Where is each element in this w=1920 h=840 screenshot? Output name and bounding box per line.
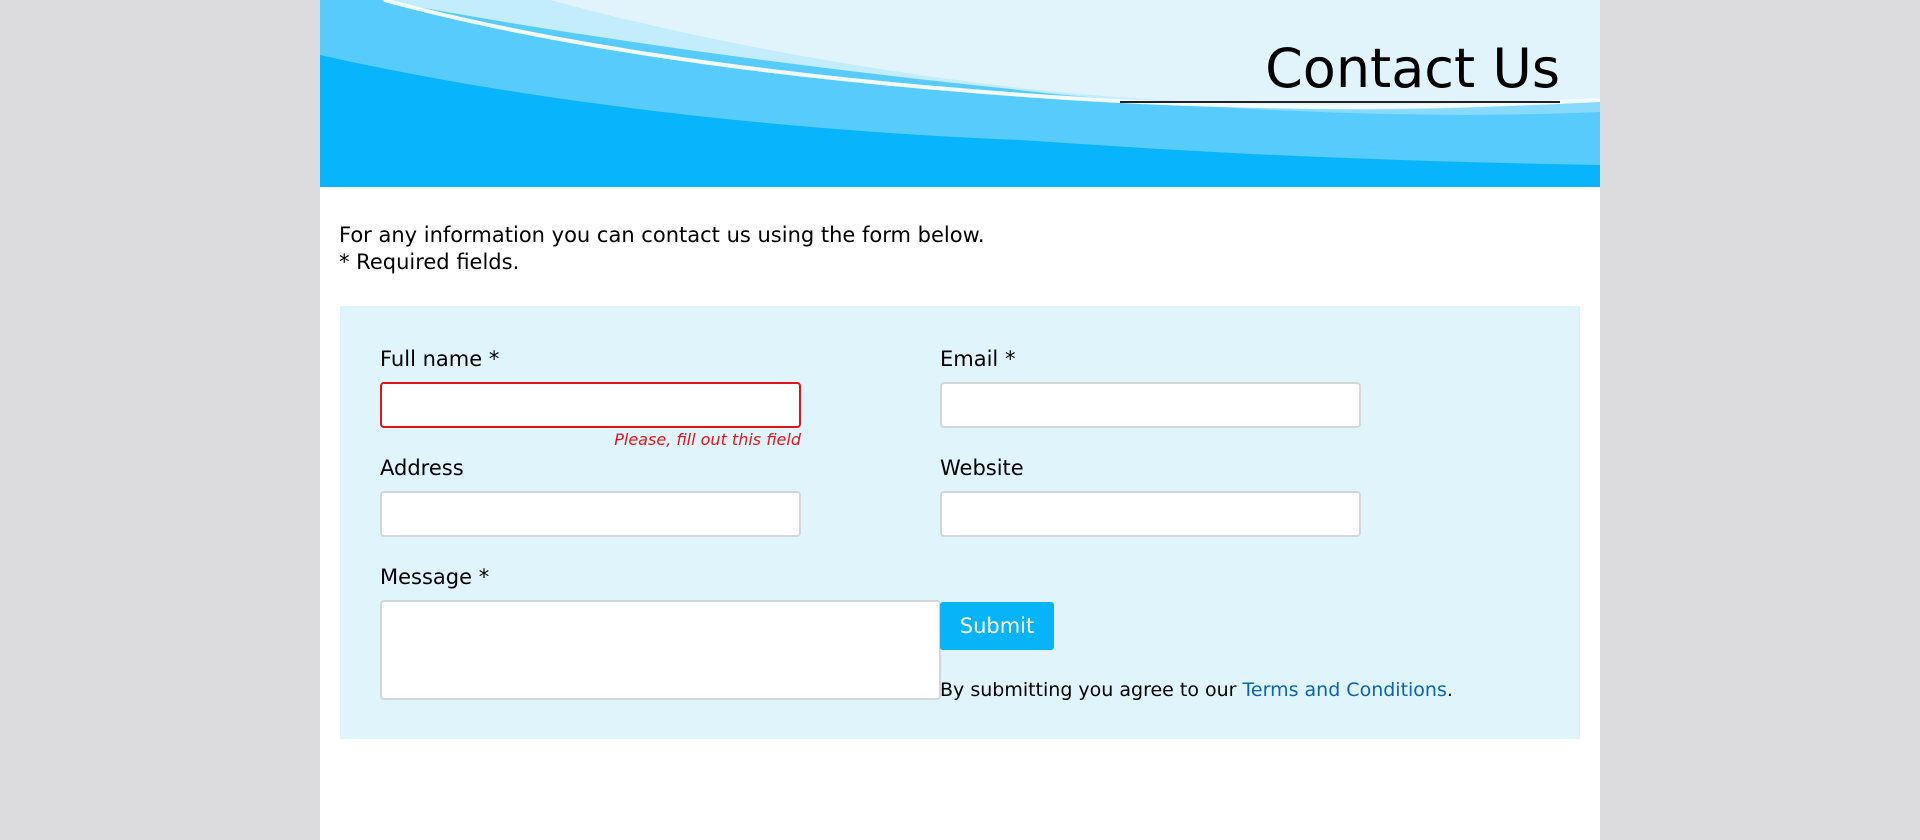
message-label: Message * (380, 565, 490, 589)
website-input[interactable] (940, 491, 1361, 537)
full-name-label: Full name * (380, 347, 500, 371)
page: Contact Us For any information you can c… (320, 0, 1600, 840)
full-name-error: Please, fill out this field (614, 430, 801, 449)
email-input[interactable] (940, 382, 1361, 428)
message-textarea[interactable] (380, 600, 941, 700)
email-label: Email * (940, 347, 1016, 371)
required-note: * Required fields. (339, 250, 520, 274)
address-label: Address (380, 456, 464, 480)
address-input[interactable] (380, 491, 801, 537)
header-banner: Contact Us (320, 0, 1600, 187)
terms-notice: By submitting you agree to our Terms and… (940, 678, 1453, 702)
website-label: Website (940, 456, 1024, 480)
terms-suffix: . (1446, 679, 1453, 701)
page-title: Contact Us (1265, 37, 1560, 100)
full-name-input[interactable] (380, 382, 801, 428)
submit-button[interactable]: Submit (940, 602, 1054, 650)
terms-prefix: By submitting you agree to our (940, 679, 1243, 701)
contact-form: Full name * Please, fill out this field … (340, 306, 1580, 739)
terms-link[interactable]: Terms and Conditions (1243, 679, 1447, 701)
intro-line: For any information you can contact us u… (339, 223, 985, 247)
title-underline (1120, 101, 1560, 103)
intro-text: For any information you can contact us u… (339, 222, 985, 276)
